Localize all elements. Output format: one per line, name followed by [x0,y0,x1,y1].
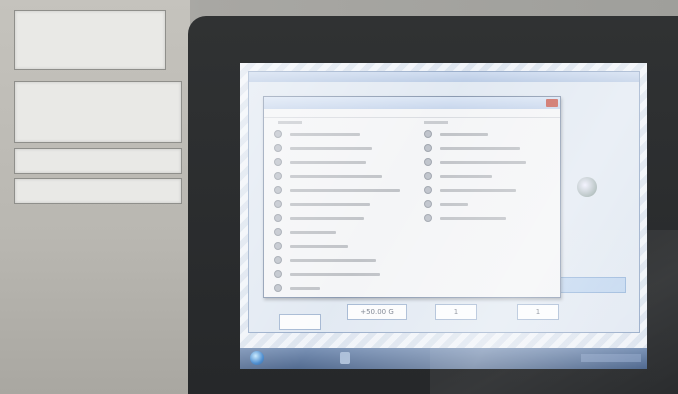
radio-button[interactable] [274,242,282,250]
label-plate [14,81,182,143]
radio-button[interactable] [274,214,282,222]
option-row[interactable] [424,157,526,167]
option-row[interactable] [274,171,382,181]
radio-button[interactable] [274,284,282,292]
option-label [290,258,376,262]
radio-button[interactable] [274,172,282,180]
option-row[interactable] [274,157,366,167]
bezel-reflection [430,230,678,394]
option-label [290,160,366,164]
option-label [290,188,400,192]
option-label [290,174,382,178]
radio-button[interactable] [274,270,282,278]
group-heading-left [278,121,302,124]
dialog-titlebar [264,97,560,109]
option-label [440,160,526,164]
radio-button[interactable] [274,228,282,236]
label-plate [14,10,166,70]
group-heading-right [424,121,448,124]
option-label [290,132,360,136]
option-row[interactable] [424,199,468,209]
option-label [290,244,348,248]
taskbar-item[interactable] [340,352,350,364]
option-label [290,272,380,276]
windows-start-orb-icon[interactable] [250,351,264,365]
radio-button[interactable] [424,200,432,208]
app-titlebar [249,72,639,82]
option-row[interactable] [274,213,364,223]
option-row[interactable] [274,199,370,209]
radio-button[interactable] [274,186,282,194]
option-label [290,286,320,290]
radio-button[interactable] [424,130,432,138]
option-label [290,230,336,234]
option-row[interactable] [274,227,336,237]
radio-button[interactable] [424,186,432,194]
radio-button[interactable] [424,144,432,152]
option-row[interactable] [274,283,320,293]
radio-button[interactable] [274,158,282,166]
option-row[interactable] [274,241,348,251]
option-row[interactable] [274,255,376,265]
radio-button[interactable] [424,172,432,180]
close-icon[interactable] [546,99,558,107]
option-label [290,202,370,206]
radio-button[interactable] [274,144,282,152]
dialog-toolbar [264,109,560,118]
option-label [290,146,372,150]
field-value[interactable]: +50.00 G [347,304,407,320]
option-row[interactable] [424,171,492,181]
option-row[interactable] [274,129,360,139]
option-row[interactable] [424,129,488,139]
field-left[interactable] [279,314,321,330]
radio-button[interactable] [274,130,282,138]
radio-button[interactable] [424,158,432,166]
option-row[interactable] [424,185,516,195]
option-label [440,216,506,220]
option-label [290,216,364,220]
option-row[interactable] [274,143,372,153]
label-plate [14,178,182,204]
radio-button[interactable] [424,214,432,222]
gauge-icon[interactable] [577,177,597,197]
option-row[interactable] [274,185,400,195]
option-label [440,132,488,136]
option-label [440,188,516,192]
label-plate [14,148,182,174]
option-label [440,202,468,206]
option-row[interactable] [274,269,380,279]
radio-button[interactable] [274,200,282,208]
option-label [440,174,492,178]
option-row[interactable] [424,143,520,153]
option-label [440,146,520,150]
option-row[interactable] [424,213,506,223]
radio-button[interactable] [274,256,282,264]
